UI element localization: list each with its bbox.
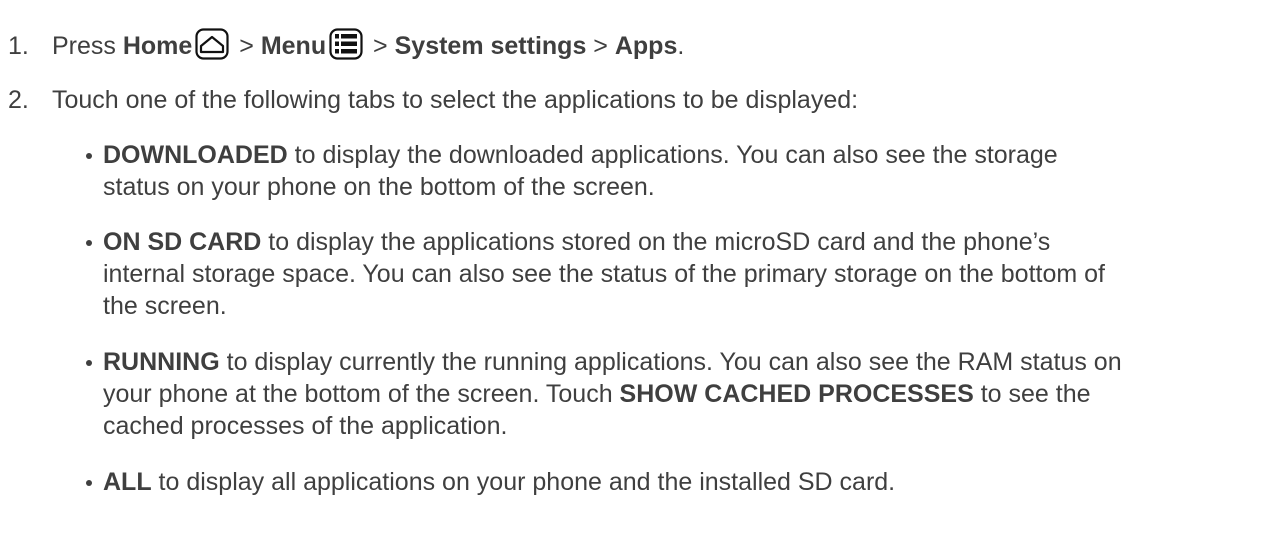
bullet-all: ALL to display all applications on your … — [86, 466, 1253, 498]
bullet-running: RUNNING to display currently the running… — [86, 346, 1253, 442]
show-cached-processes-label: SHOW CACHED PROCESSES — [619, 380, 974, 408]
bullet-downloaded: DOWNLOADED to display the downloaded app… — [86, 139, 1253, 203]
bullet-dot — [86, 240, 92, 246]
home-icon — [195, 28, 229, 68]
period: . — [677, 32, 685, 60]
step-text: Press — [52, 32, 123, 60]
separator: > — [366, 32, 395, 60]
tab-label: ALL — [103, 468, 152, 496]
step-1: 1. Press Home > Menu > System settings > … — [0, 28, 684, 68]
bullet-text: status on your phone on the bottom of th… — [103, 173, 655, 201]
tab-label: ON SD CARD — [103, 228, 262, 256]
tab-label: DOWNLOADED — [103, 141, 288, 169]
bullet-text: the screen. — [103, 292, 227, 320]
bullet-text: your phone at the bottom of the screen. … — [103, 380, 620, 408]
bullet-on-sd-card: ON SD CARD to display the applications s… — [86, 226, 1253, 322]
bullet-text: to see the — [973, 380, 1091, 408]
separator: > — [586, 32, 615, 60]
step-number: 1. — [8, 32, 29, 60]
home-label: Home — [122, 32, 193, 60]
menu-icon — [329, 28, 363, 68]
bullet-dot — [86, 480, 92, 486]
bullet-dot — [86, 153, 92, 159]
step-text: Touch one of the following tabs to selec… — [52, 86, 859, 114]
bullet-text: to display currently the running applica… — [219, 348, 1122, 376]
step-number: 2. — [8, 86, 29, 114]
tab-label: RUNNING — [103, 348, 220, 376]
bullet-dot — [86, 360, 92, 366]
system-settings-label: System settings — [394, 32, 587, 60]
bullet-text: internal storage space. You can also see… — [103, 260, 1106, 288]
bullet-text: to display the applications stored on th… — [261, 228, 1051, 256]
bullet-text: to display the downloaded applications. … — [287, 141, 1058, 169]
bullet-text: cached processes of the application. — [103, 412, 508, 440]
separator: > — [232, 32, 261, 60]
step-2: 2. Touch one of the following tabs to sel… — [0, 84, 858, 116]
apps-label: Apps — [614, 32, 678, 60]
menu-label: Menu — [260, 32, 327, 60]
bullet-text: to display all applications on your phon… — [151, 468, 896, 496]
